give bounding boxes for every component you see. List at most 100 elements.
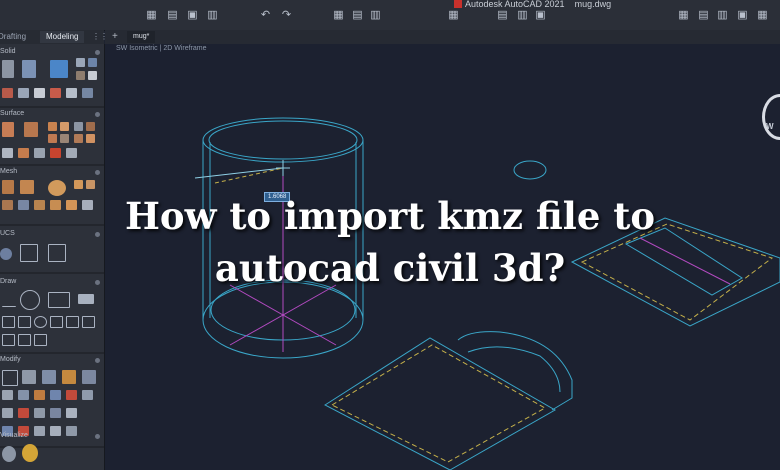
sweep-icon[interactable]	[76, 71, 85, 80]
mesh-extrude-icon[interactable]	[18, 200, 29, 210]
network-surface-icon[interactable]	[2, 122, 14, 137]
fillet-icon[interactable]	[18, 390, 29, 400]
subtract-icon[interactable]	[18, 88, 29, 98]
lengthen-icon[interactable]	[34, 426, 45, 436]
hatch-icon[interactable]	[78, 294, 94, 304]
curvature-icon[interactable]	[66, 148, 77, 158]
plot-icon[interactable]: ▤	[352, 10, 363, 21]
loft-icon[interactable]	[88, 71, 97, 80]
pedit-icon[interactable]	[66, 426, 77, 436]
print-icon[interactable]: ▦	[333, 10, 344, 21]
layer-icon[interactable]: ▥	[517, 10, 528, 21]
share-icon[interactable]: ▤	[497, 10, 508, 21]
copy-icon[interactable]	[62, 370, 76, 384]
loft-surface-icon[interactable]	[24, 122, 38, 137]
open-icon[interactable]: ▤	[167, 10, 178, 21]
mesh-smooth-icon[interactable]	[20, 180, 34, 194]
undo-icon[interactable]: ↶	[260, 10, 271, 21]
presspull-icon[interactable]	[76, 58, 85, 67]
array-icon[interactable]	[82, 370, 96, 384]
mesh-crease-icon[interactable]	[86, 180, 95, 189]
revolve-icon[interactable]	[88, 58, 97, 67]
redo-icon[interactable]: ↷	[281, 10, 292, 21]
section-dot[interactable]	[95, 112, 100, 117]
small-ellipse	[513, 160, 547, 180]
explode-icon[interactable]	[18, 408, 29, 418]
section-dot[interactable]	[95, 358, 100, 363]
markup-icon[interactable]: ▥	[717, 10, 728, 21]
mesh-box-icon[interactable]	[2, 180, 14, 194]
tool-palette-icon[interactable]: ▦	[678, 10, 689, 21]
ucs-world-icon[interactable]	[0, 248, 12, 260]
cylinder-icon[interactable]	[22, 60, 36, 78]
rotate-icon[interactable]	[22, 370, 36, 384]
external-ref-icon[interactable]: ▦	[757, 10, 768, 21]
slice-icon[interactable]	[50, 88, 61, 98]
section-dot[interactable]	[95, 50, 100, 55]
tab-modeling[interactable]: Modeling	[40, 31, 85, 43]
blend-icon[interactable]	[60, 122, 69, 131]
cv-icon[interactable]	[18, 148, 29, 158]
fillet-surface-icon[interactable]	[2, 148, 13, 158]
trim-icon[interactable]	[50, 390, 61, 400]
polyline-icon[interactable]	[2, 316, 15, 328]
section-dot[interactable]	[95, 434, 100, 439]
mesh-split-icon[interactable]	[2, 200, 13, 210]
planar-surface-icon[interactable]	[48, 122, 57, 131]
thicken-icon[interactable]	[66, 88, 77, 98]
document-tab[interactable]: mug*	[127, 31, 156, 43]
offset-surface-icon[interactable]	[86, 122, 95, 131]
gradient-icon[interactable]	[82, 316, 95, 328]
extrude-icon[interactable]	[50, 60, 68, 78]
block-icon[interactable]: ▤	[698, 10, 709, 21]
save-icon[interactable]: ▣	[187, 10, 198, 21]
shell-icon[interactable]	[82, 88, 93, 98]
patch-icon[interactable]	[74, 122, 83, 131]
mesh-refine-icon[interactable]	[74, 180, 83, 189]
extend-icon[interactable]	[66, 390, 77, 400]
polygon-icon[interactable]	[34, 334, 47, 346]
region-icon[interactable]	[50, 316, 63, 328]
light-bulb-icon[interactable]	[22, 444, 38, 462]
ucs-origin-icon[interactable]	[20, 244, 38, 262]
untrim-icon[interactable]	[60, 134, 69, 143]
tab-drafting[interactable]: Drafting	[0, 31, 26, 43]
visual-style-icon[interactable]	[2, 446, 16, 462]
arc-icon[interactable]	[2, 334, 15, 346]
sheet-set-icon[interactable]: ▣	[737, 10, 748, 21]
erase-icon[interactable]	[66, 408, 77, 418]
scale-icon[interactable]	[42, 370, 56, 384]
union-icon[interactable]	[2, 88, 13, 98]
publish-icon[interactable]: ▥	[370, 10, 381, 21]
circle-icon[interactable]	[20, 290, 40, 310]
save-as-icon[interactable]: ▥	[207, 10, 218, 21]
new-tab-icon[interactable]: +	[112, 31, 118, 43]
analysis-icon[interactable]	[50, 148, 61, 158]
viewcube-letter[interactable]: W	[766, 122, 774, 131]
offset-icon[interactable]	[82, 390, 93, 400]
ellipse-icon[interactable]	[34, 316, 47, 328]
new-file-icon[interactable]: ▦	[146, 10, 157, 21]
boundary-icon[interactable]	[66, 316, 79, 328]
box-icon[interactable]	[2, 60, 14, 78]
helix-icon[interactable]	[18, 334, 31, 346]
join-icon[interactable]	[34, 408, 45, 418]
align-icon[interactable]	[50, 408, 61, 418]
sculpt-icon[interactable]	[86, 134, 95, 143]
trim-surface-icon[interactable]	[48, 134, 57, 143]
section-dot[interactable]	[95, 170, 100, 175]
dimension-dashed	[214, 167, 284, 184]
edit-polyline-icon[interactable]	[50, 426, 61, 436]
properties-icon[interactable]: ▣	[535, 10, 546, 21]
workspace-icon[interactable]: ▦	[448, 10, 459, 21]
spline-icon[interactable]	[18, 316, 31, 328]
stretch-icon[interactable]	[2, 408, 13, 418]
chamfer-icon[interactable]	[34, 390, 45, 400]
line-icon[interactable]	[2, 292, 16, 307]
mirror-icon[interactable]	[2, 390, 13, 400]
rectangle-icon[interactable]	[48, 292, 70, 308]
extend-surface-icon[interactable]	[74, 134, 83, 143]
move-icon[interactable]	[2, 370, 18, 386]
intersect-icon[interactable]	[34, 88, 45, 98]
rebuild-icon[interactable]	[34, 148, 45, 158]
